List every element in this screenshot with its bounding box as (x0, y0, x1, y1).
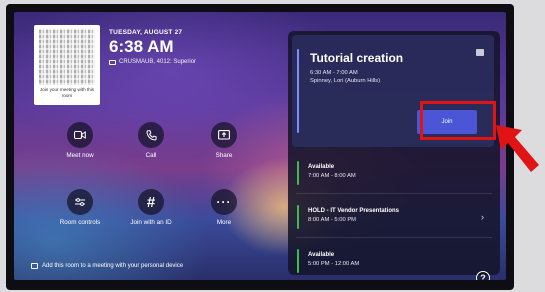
qr-caption: Join your meeting with this room (39, 87, 95, 98)
divider (296, 237, 492, 238)
call-button[interactable]: Call (121, 122, 181, 159)
slot-title: Available (308, 252, 335, 258)
video-camera-icon (67, 122, 93, 148)
hold-accent-bar (297, 205, 299, 229)
add-room-text: Add this room to a meeting with your per… (42, 263, 184, 269)
more-label: More (216, 219, 232, 226)
meeting-organizer: Spinney, Lori (Auburn Hills) (310, 78, 381, 84)
cast-device-icon (31, 263, 38, 269)
available-accent-bar (297, 161, 299, 185)
clock-text: 6:38 AM (109, 37, 174, 56)
agenda-slot[interactable]: Available 5:00 PM - 12:00 AM (292, 243, 494, 275)
join-with-id-label: Join with an ID (130, 219, 172, 226)
agenda-slot[interactable]: Available 7:00 AM - 8:00 AM (292, 155, 494, 191)
agenda-panel: Tutorial creation 6:30 AM - 7:00 AM Spin… (288, 31, 500, 275)
more-button[interactable]: ··· More (194, 189, 254, 226)
slot-time: 7:00 AM - 8:00 AM (308, 173, 356, 179)
room-icon (109, 59, 116, 65)
meet-now-button[interactable]: Meet now (50, 122, 110, 159)
share-button[interactable]: Share (194, 122, 254, 159)
room-name: CRUSMAUB, 4012: Superior (119, 59, 197, 65)
room-controls-button[interactable]: Room controls (50, 189, 110, 226)
available-accent-bar (297, 249, 299, 273)
slot-title: Available (308, 164, 335, 170)
chevron-right-icon: › (481, 212, 484, 222)
help-icon[interactable]: ? (476, 271, 490, 280)
date-text: TUESDAY, AUGUST 27 (109, 29, 183, 36)
slot-time: 8:00 AM - 5:00 PM (308, 217, 357, 223)
divider (296, 193, 492, 194)
meeting-room-icon (476, 49, 484, 56)
pointer-arrow-icon (496, 125, 539, 172)
teams-room-screen: Join your meeting with this room TUESDAY… (14, 12, 506, 280)
room-info: CRUSMAUB, 4012: Superior (109, 59, 196, 65)
slot-title: HOLD - IT Vendor Presentations (308, 208, 400, 214)
meet-now-label: Meet now (66, 152, 94, 159)
share-label: Share (215, 152, 233, 159)
meeting-time: 6:30 AM - 7:00 AM (310, 70, 358, 76)
meeting-accent-bar (297, 49, 299, 133)
join-highlight-box (420, 101, 496, 140)
meeting-title: Tutorial creation (310, 51, 404, 65)
call-label: Call (145, 152, 157, 159)
agenda-slot[interactable]: HOLD - IT Vendor Presentations 8:00 AM -… (292, 199, 494, 235)
share-screen-icon (211, 122, 237, 148)
slot-time: 5:00 PM - 12:00 AM (308, 261, 360, 267)
add-room-hint[interactable]: Add this room to a meeting with your per… (31, 263, 183, 269)
sliders-icon (67, 189, 93, 215)
phone-icon (138, 122, 164, 148)
room-controls-label: Room controls (59, 219, 101, 226)
more-icon: ··· (211, 189, 237, 215)
join-with-id-button[interactable]: # Join with an ID (121, 189, 181, 226)
qr-code-card[interactable]: Join your meeting with this room (34, 25, 100, 105)
qr-code-icon (39, 29, 95, 85)
hash-icon: # (138, 189, 164, 215)
